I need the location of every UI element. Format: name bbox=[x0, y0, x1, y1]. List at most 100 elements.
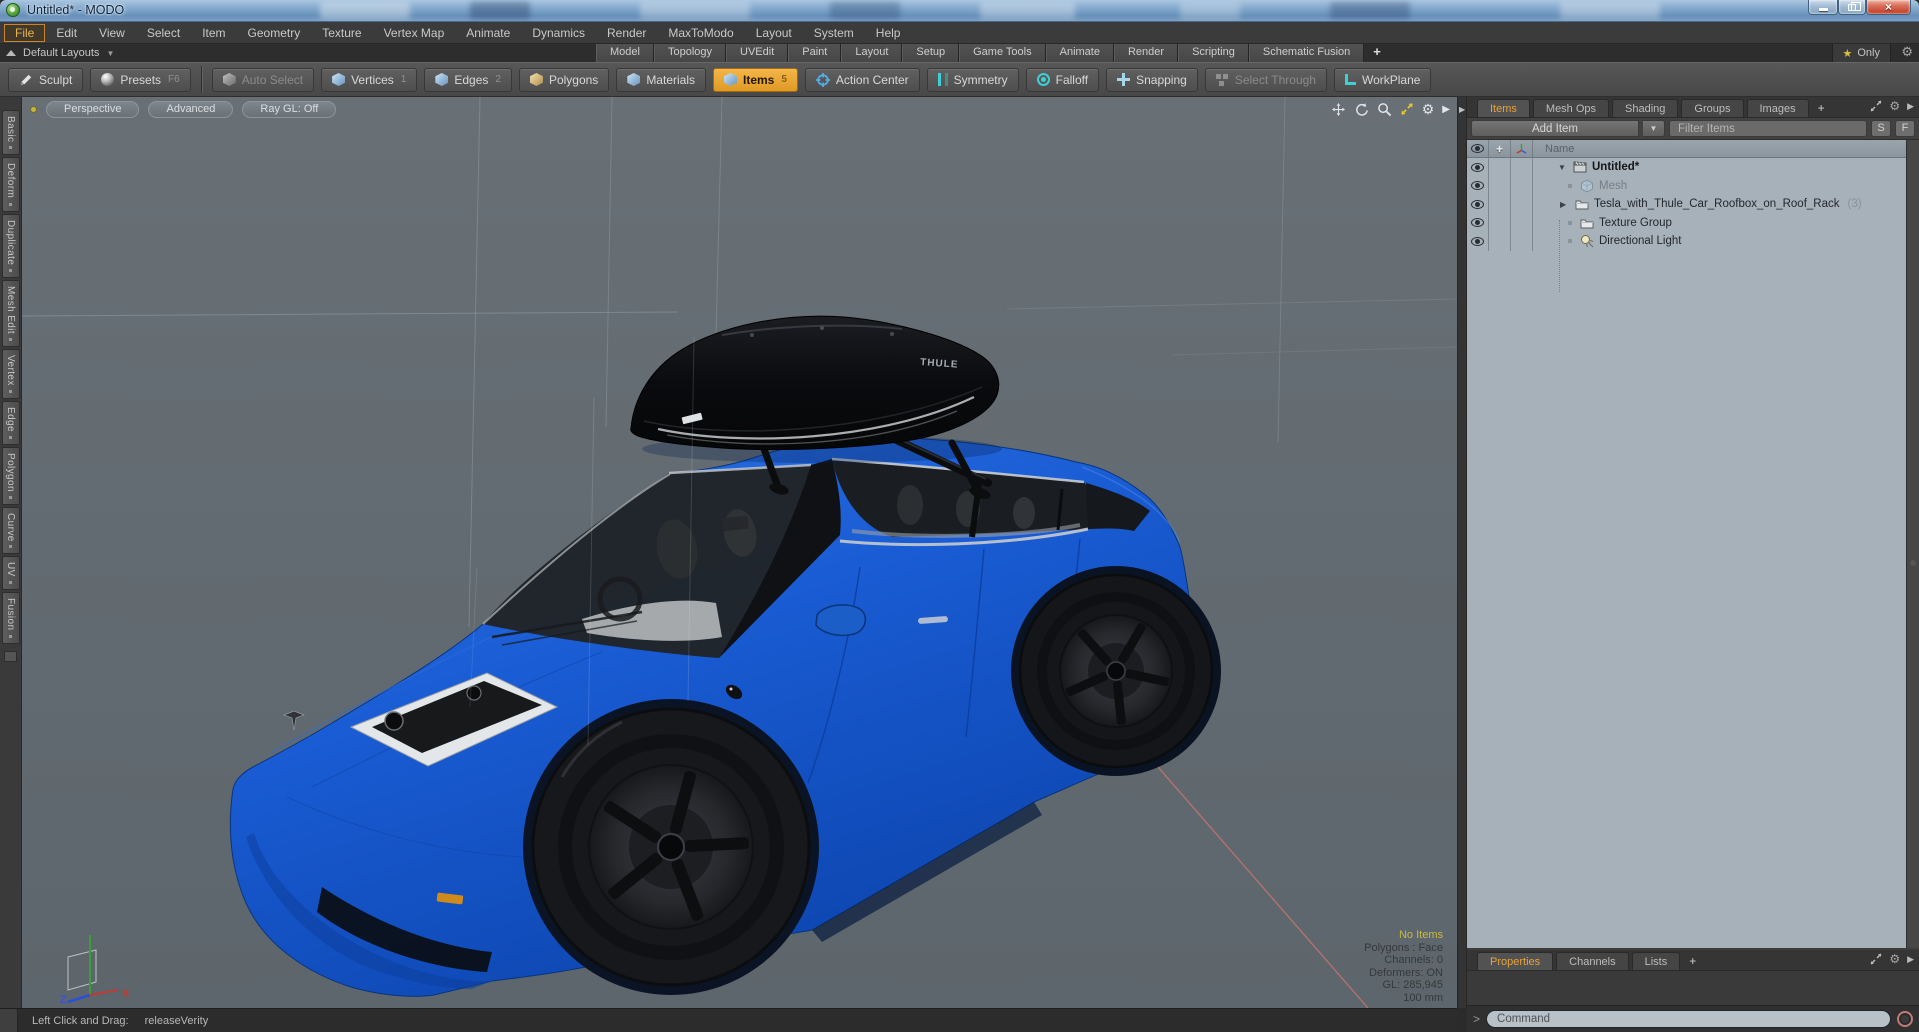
tab-mesh-ops[interactable]: Mesh Ops bbox=[1532, 99, 1610, 117]
symmetry-button[interactable]: Symmetry bbox=[926, 67, 1019, 92]
tab-groups[interactable]: Groups bbox=[1681, 99, 1744, 117]
panel-splitter[interactable]: ▶ bbox=[1457, 97, 1467, 1008]
menu-system[interactable]: System bbox=[803, 24, 865, 42]
scope-button[interactable]: S bbox=[1871, 120, 1891, 137]
add-properties-tab-button[interactable]: + bbox=[1683, 952, 1702, 970]
3d-viewport-canvas[interactable]: THULE Z X bbox=[22, 97, 1457, 1008]
auto-select-button[interactable]: Auto Select bbox=[211, 67, 315, 92]
eye-icon[interactable] bbox=[1471, 218, 1484, 228]
zoom-icon[interactable] bbox=[1377, 102, 1392, 117]
viewport-shading-button[interactable]: Advanced bbox=[148, 101, 234, 118]
add-item-button[interactable]: Add Item bbox=[1471, 120, 1639, 137]
edges-mode-button[interactable]: Edges 2 bbox=[424, 67, 512, 92]
items-mode-button[interactable]: Items 5 bbox=[713, 67, 798, 92]
viewport-gear-icon[interactable]: ⚙ bbox=[1422, 102, 1435, 116]
menu-layout[interactable]: Layout bbox=[745, 24, 803, 42]
tree-scrollbar[interactable] bbox=[1906, 140, 1919, 948]
workspace-tab-animate[interactable]: Animate bbox=[1045, 44, 1114, 62]
workplane-button[interactable]: WorkPlane bbox=[1333, 67, 1432, 92]
workspace-tab-render[interactable]: Render bbox=[1113, 44, 1179, 62]
layouts-gear-icon[interactable]: ⚙ bbox=[1901, 45, 1913, 58]
restore-button[interactable] bbox=[1838, 0, 1866, 15]
workspace-tab-schematic-fusion[interactable]: Schematic Fusion bbox=[1248, 44, 1365, 62]
tree-row-texture-group[interactable]: Texture Group bbox=[1467, 213, 1919, 232]
add-item-caret[interactable]: ▼ bbox=[1643, 120, 1665, 137]
tree-row-scene[interactable]: ▼ Untitled* bbox=[1467, 158, 1919, 177]
menu-item[interactable]: Item bbox=[191, 24, 236, 42]
menu-view[interactable]: View bbox=[88, 24, 136, 42]
workspace-tab-scripting[interactable]: Scripting bbox=[1178, 44, 1249, 62]
left-tab-mesh-edit[interactable]: Mesh Edit bbox=[1, 279, 20, 348]
left-tab-polygon[interactable]: Polygon bbox=[1, 446, 20, 505]
tab-properties[interactable]: Properties bbox=[1477, 952, 1554, 970]
menu-render[interactable]: Render bbox=[596, 24, 657, 42]
workspace-tab-topology[interactable]: Topology bbox=[653, 44, 727, 62]
add-column-icon[interactable]: + bbox=[1496, 142, 1503, 156]
visibility-column-icon[interactable] bbox=[1471, 144, 1484, 153]
menu-edit[interactable]: Edit bbox=[45, 24, 88, 42]
pan-icon[interactable] bbox=[1331, 102, 1346, 117]
vertices-mode-button[interactable]: Vertices 1 bbox=[321, 67, 418, 92]
menu-texture[interactable]: Texture bbox=[311, 24, 372, 42]
left-tab-basic[interactable]: Basic bbox=[1, 110, 20, 156]
viewport-raygl-button[interactable]: Ray GL: Off bbox=[242, 101, 337, 118]
axis-column-icon[interactable] bbox=[1515, 142, 1528, 155]
expand-panel-icon[interactable] bbox=[1870, 953, 1882, 965]
materials-mode-button[interactable]: Materials bbox=[616, 67, 706, 92]
add-panel-tab-button[interactable]: + bbox=[1812, 99, 1831, 117]
add-workspace-tab-button[interactable]: + bbox=[1364, 44, 1390, 62]
workspace-tab-layout[interactable]: Layout bbox=[841, 44, 903, 62]
select-through-button[interactable]: Select Through bbox=[1204, 67, 1327, 92]
expand-panel-icon[interactable] bbox=[1870, 100, 1882, 112]
menu-help[interactable]: Help bbox=[865, 24, 912, 42]
eye-icon[interactable] bbox=[1471, 236, 1484, 246]
workspace-tab-model[interactable]: Model bbox=[596, 44, 654, 62]
properties-gear-icon[interactable]: ⚙ bbox=[1889, 953, 1900, 965]
tree-row-mesh[interactable]: Mesh bbox=[1467, 176, 1919, 195]
menu-geometry[interactable]: Geometry bbox=[237, 24, 312, 42]
left-tab-fusion[interactable]: Fusion bbox=[1, 592, 20, 644]
eye-icon[interactable] bbox=[1471, 162, 1484, 172]
presets-button[interactable]: Presets F6 bbox=[90, 67, 191, 92]
left-tab-curve[interactable]: Curve bbox=[1, 506, 20, 555]
tab-items[interactable]: Items bbox=[1477, 99, 1530, 117]
left-tab-uv[interactable]: UV bbox=[1, 556, 20, 591]
falloff-button[interactable]: Falloff bbox=[1025, 67, 1100, 92]
workspace-tab-setup[interactable]: Setup bbox=[902, 44, 960, 62]
left-tab-deform[interactable]: Deform bbox=[1, 157, 20, 212]
rotate-icon[interactable] bbox=[1354, 102, 1369, 117]
panel-gear-icon[interactable]: ⚙ bbox=[1889, 100, 1900, 112]
menu-vertex-map[interactable]: Vertex Map bbox=[373, 24, 456, 42]
eye-icon[interactable] bbox=[1471, 199, 1484, 209]
filter-items-input[interactable] bbox=[1669, 120, 1867, 137]
close-button[interactable]: × bbox=[1866, 0, 1911, 15]
workspace-tab-game-tools[interactable]: Game Tools bbox=[959, 44, 1046, 62]
macro-record-button[interactable] bbox=[1897, 1011, 1913, 1027]
snapping-button[interactable]: Snapping bbox=[1106, 67, 1198, 92]
tab-channels[interactable]: Channels bbox=[1556, 952, 1629, 970]
left-tab-vertex[interactable]: Vertex bbox=[1, 349, 20, 399]
menu-dynamics[interactable]: Dynamics bbox=[521, 24, 596, 42]
properties-flyout-icon[interactable]: ▶ bbox=[1907, 954, 1914, 965]
tree-row-tesla-group[interactable]: ▶ Tesla_with_Thule_Car_Roofbox_on_Roof_R… bbox=[1467, 195, 1919, 214]
collapse-expander[interactable]: ▼ bbox=[1558, 163, 1568, 172]
menu-file[interactable]: File bbox=[4, 23, 46, 42]
action-center-button[interactable]: Action Center bbox=[804, 67, 920, 92]
panel-collapse-icon[interactable]: ▶ bbox=[1459, 105, 1465, 114]
tab-shading[interactable]: Shading bbox=[1612, 99, 1679, 117]
sculpt-button[interactable]: Sculpt bbox=[8, 67, 84, 92]
eye-icon[interactable] bbox=[1471, 181, 1484, 191]
workspace-tab-uvedit[interactable]: UVEdit bbox=[726, 44, 789, 62]
tree-row-directional-light[interactable]: Directional Light bbox=[1467, 232, 1919, 251]
left-tab-edge[interactable]: Edge bbox=[1, 400, 20, 445]
minimize-button[interactable] bbox=[1808, 0, 1838, 15]
menu-animate[interactable]: Animate bbox=[455, 24, 521, 42]
tab-lists[interactable]: Lists bbox=[1631, 952, 1681, 970]
maximize-viewport-icon[interactable] bbox=[1400, 102, 1414, 116]
panel-flyout-icon[interactable]: ▶ bbox=[1907, 101, 1914, 112]
menu-select[interactable]: Select bbox=[136, 24, 191, 42]
tab-images[interactable]: Images bbox=[1746, 99, 1809, 117]
viewport-camera-button[interactable]: Perspective bbox=[46, 101, 140, 118]
default-layouts-dropdown[interactable]: Default Layouts ▼ bbox=[6, 44, 114, 62]
polygons-mode-button[interactable]: Polygons bbox=[518, 67, 610, 92]
